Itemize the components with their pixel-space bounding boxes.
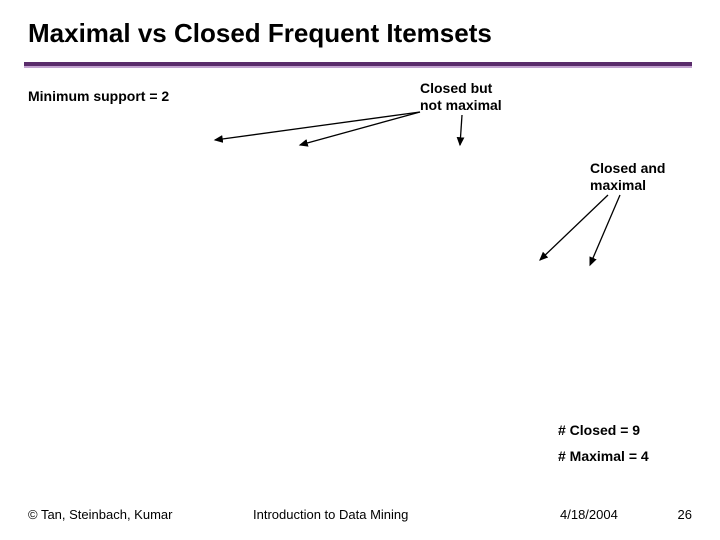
closed-not-maximal-line1: Closed butnot maximal: [420, 80, 502, 113]
closed-and-maximal-label: Closed andmaximal: [590, 160, 665, 194]
footer-course: Introduction to Data Mining: [253, 507, 408, 522]
closed-and-maximal-text: Closed andmaximal: [590, 160, 665, 193]
closed-count: # Closed = 9: [558, 422, 640, 438]
title-underline-light: [24, 66, 692, 68]
slide-title: Maximal vs Closed Frequent Itemsets: [28, 18, 492, 49]
minimum-support-text: Minimum support = 2: [28, 88, 169, 104]
footer-authors: © Tan, Steinbach, Kumar: [28, 507, 172, 522]
footer-page: 26: [678, 507, 692, 522]
closed-not-maximal-label: Closed butnot maximal: [420, 80, 502, 114]
footer-date: 4/18/2004: [560, 507, 618, 522]
maximal-count: # Maximal = 4: [558, 448, 649, 464]
